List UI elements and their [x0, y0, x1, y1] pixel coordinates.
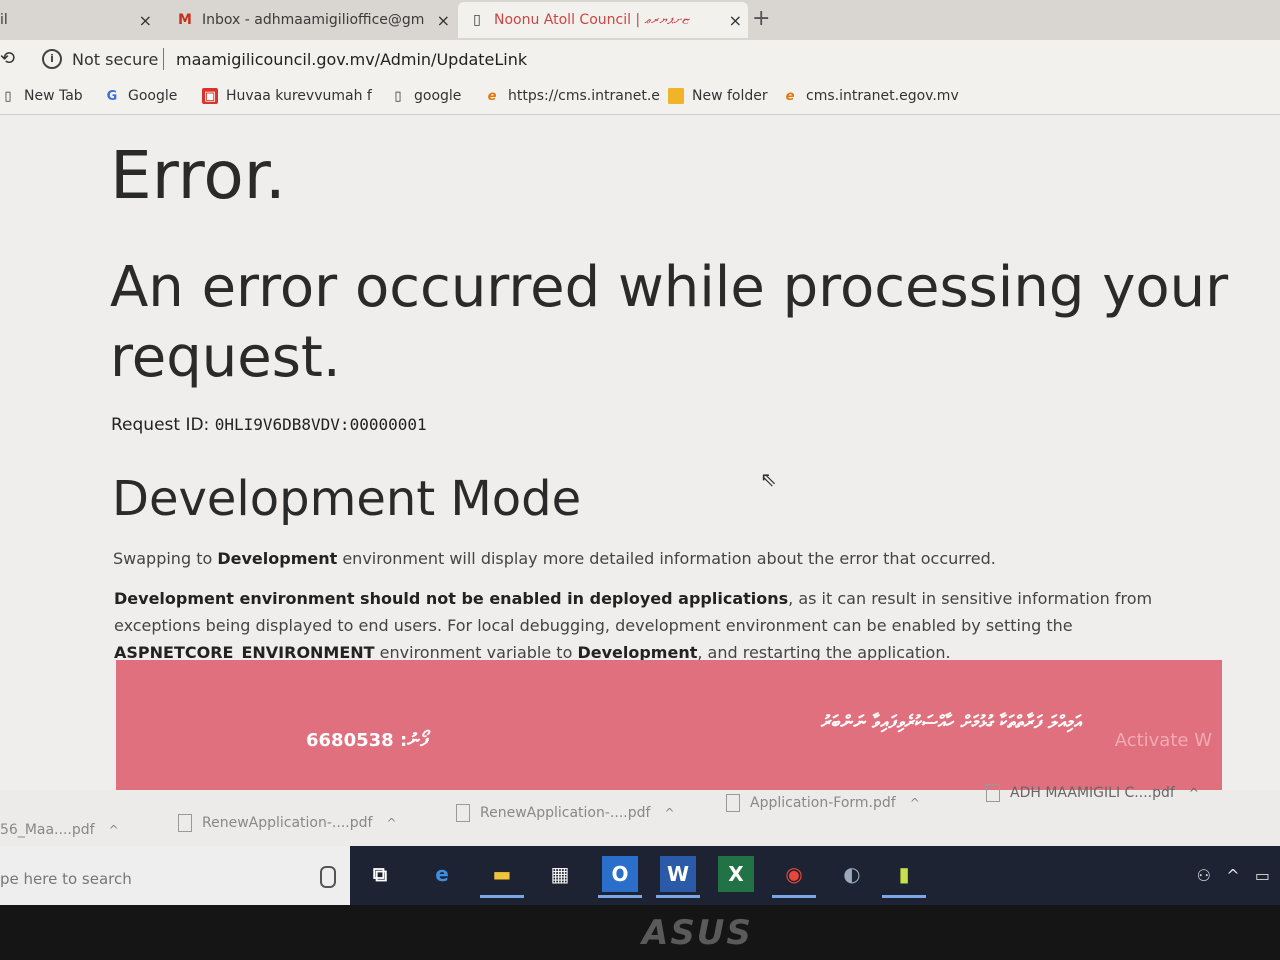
tab-label: Noonu Atoll Council | ޏށޕޔރޢ	[494, 12, 690, 28]
bookmark-label: Google	[128, 88, 178, 104]
bookmark-google[interactable]: G Google	[104, 88, 178, 104]
download-label: 56_Maa....pdf	[0, 822, 95, 838]
downloads-bar: 56_Maa....pdf ^ RenewApplication-....pdf ^…	[0, 784, 1280, 846]
contact-banner: 6680538 :ފޯނު އަމިއްލަ ފަރާތްތަކާ ގުޅުމަ…	[116, 660, 1222, 800]
bookmark-new-folder[interactable]: New folder	[668, 88, 768, 104]
monitor-bezel: ASUS	[0, 905, 1280, 960]
outlook-icon[interactable]: O	[598, 856, 642, 898]
bookmark-label: cms.intranet.egov.mv	[806, 88, 959, 104]
request-id-label: Request ID:	[111, 415, 210, 435]
error-message: An error occurred while processing your …	[110, 255, 1229, 390]
download-item[interactable]: Application-Form.pdf ^	[726, 794, 920, 812]
text-bold: Development	[217, 549, 338, 568]
system-tray[interactable]: ⚇ ^ ▭	[1197, 866, 1270, 885]
chrome-icon[interactable]: ◉	[772, 856, 816, 898]
back-icon[interactable]: ⟲	[0, 48, 15, 69]
windows-taskbar: pe here to search ⧉ e ▬ ▦ O W X ◉ ◐ ▮ ⚇ …	[0, 846, 1280, 905]
task-view-icon[interactable]: ⧉	[362, 856, 398, 892]
chevron-up-icon[interactable]: ^	[664, 806, 674, 820]
divider	[163, 48, 164, 70]
close-icon[interactable]: ×	[729, 11, 742, 30]
bookmark-label: New Tab	[24, 88, 83, 104]
download-label: RenewApplication-....pdf	[480, 805, 651, 821]
store-icon[interactable]: ▦	[542, 856, 578, 892]
page-content: Error. An error occurred while processin…	[0, 115, 1280, 815]
activate-windows-watermark: Activate W	[1114, 730, 1212, 751]
banner-dhivehi-text: އަމިއްލަ ފަރާތްތަކާ ގުޅުމަށް ހާއްސަކުރެވ…	[820, 712, 1082, 733]
bookmark-label: google	[414, 88, 462, 104]
word-icon[interactable]: W	[656, 856, 700, 898]
close-icon[interactable]: ×	[139, 11, 152, 30]
page-icon: ▯	[4, 88, 12, 104]
app-icon-2[interactable]: ▮	[882, 856, 926, 898]
info-icon[interactable]: i	[42, 49, 62, 69]
pdf-file-icon	[986, 784, 1000, 802]
page-icon: ▯	[473, 12, 481, 28]
bookmark-new-tab[interactable]: ▯ New Tab	[0, 88, 83, 104]
tab-label: il	[0, 12, 8, 28]
page-title: Error.	[110, 137, 286, 214]
page-icon: ▯	[394, 88, 402, 104]
url-text[interactable]: maamigilicouncil.gov.mv/Admin/UpdateLink	[176, 50, 527, 69]
search-placeholder: pe here to search	[0, 870, 132, 888]
bookmark-huvaa[interactable]: ▣ Huvaa kurevvumah f	[202, 88, 372, 104]
app-icon: ▣	[202, 88, 218, 104]
download-label: ADH MAAMIGILI C....pdf	[1010, 785, 1175, 801]
text-segment: environment will display more detailed i…	[337, 549, 996, 568]
close-icon[interactable]: ×	[437, 11, 450, 30]
dev-mode-paragraph-1: Swapping to Development environment will…	[113, 549, 1193, 568]
chevron-up-icon[interactable]: ^	[109, 823, 119, 837]
dev-mode-paragraph-2: Development environment should not be en…	[114, 585, 1204, 666]
download-item[interactable]: ADH MAAMIGILI C....pdf ^	[986, 784, 1199, 802]
gmail-icon: M	[178, 12, 192, 28]
download-label: RenewApplication-....pdf	[202, 815, 373, 831]
bookmark-cms-egov[interactable]: e cms.intranet.egov.mv	[782, 88, 959, 104]
download-label: Application-Form.pdf	[750, 795, 896, 811]
bookmark-google-page[interactable]: ▯ google	[390, 88, 461, 104]
monitor-brand-logo: ASUS	[642, 913, 753, 953]
edge-icon[interactable]: e	[424, 856, 460, 892]
download-item[interactable]: RenewApplication-....pdf ^	[456, 804, 675, 822]
security-indicator[interactable]: Not secure	[72, 50, 158, 69]
bookmark-label: https://cms.intranet.e	[508, 88, 660, 104]
ie-icon: e	[487, 88, 497, 104]
banner-phone: 6680538 :ފޯނު	[306, 730, 429, 751]
download-item[interactable]: 56_Maa....pdf ^	[0, 822, 119, 838]
request-id: Request ID: 0HLI9V6DB8VDV:00000001	[111, 415, 427, 435]
request-id-value: 0HLI9V6DB8VDV:00000001	[214, 415, 427, 434]
excel-icon[interactable]: X	[718, 856, 754, 892]
mouse-cursor-icon: ⇖	[760, 467, 777, 491]
tab-strip: il × M Inbox - adhmaamigilioffice@gm × ▯…	[0, 0, 1280, 40]
bookmark-cms-intranet[interactable]: e https://cms.intranet.e	[484, 88, 660, 104]
folder-icon	[668, 88, 684, 104]
bookmark-label: New folder	[692, 88, 768, 104]
app-icon[interactable]: ◐	[834, 856, 870, 892]
dev-mode-heading: Development Mode	[112, 471, 582, 527]
pdf-file-icon	[456, 804, 470, 822]
microphone-icon[interactable]	[320, 866, 336, 888]
chevron-up-icon[interactable]: ^	[910, 796, 920, 810]
bookmarks-bar: ▯ New Tab G Google ▣ Huvaa kurevvumah f …	[0, 80, 1280, 115]
ie-icon: e	[785, 88, 795, 104]
taskbar-search-box[interactable]: pe here to search	[0, 846, 350, 905]
chevron-up-icon[interactable]: ^	[1189, 786, 1199, 800]
chevron-up-icon[interactable]: ^	[386, 816, 396, 830]
download-item[interactable]: RenewApplication-....pdf ^	[178, 814, 397, 832]
file-explorer-icon[interactable]: ▬	[480, 856, 524, 898]
text-segment: Swapping to	[113, 549, 218, 568]
tab-label: Inbox - adhmaamigilioffice@gm	[202, 12, 425, 28]
google-icon: G	[106, 88, 118, 104]
monitor-screen: il × M Inbox - adhmaamigilioffice@gm × ▯…	[0, 0, 1280, 905]
new-tab-button[interactable]: +	[752, 6, 770, 31]
address-bar[interactable]: ⟲ i Not secure maamigilicouncil.gov.mv/A…	[0, 40, 1280, 80]
tab-noonu-atoll-council[interactable]: ▯ Noonu Atoll Council | ޏށޕޔރޢ ×	[458, 2, 748, 38]
tab-partial[interactable]: il ×	[0, 2, 158, 38]
text-bold: Development environment should not be en…	[114, 589, 789, 608]
pdf-file-icon	[178, 814, 192, 832]
pdf-file-icon	[726, 794, 740, 812]
tab-gmail-inbox[interactable]: M Inbox - adhmaamigilioffice@gm ×	[166, 2, 456, 38]
bookmark-label: Huvaa kurevvumah f	[226, 88, 372, 104]
